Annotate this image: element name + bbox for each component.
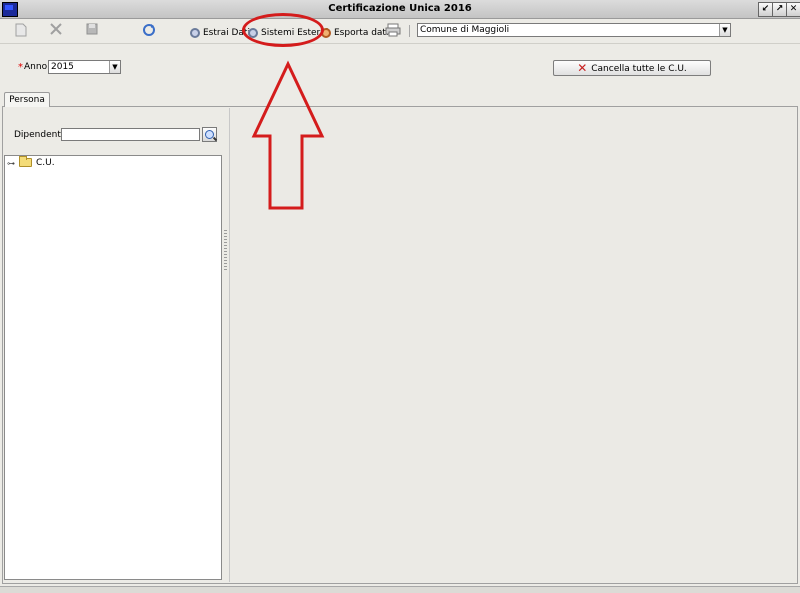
ente-select[interactable]: Comune di Maggioli ▼ xyxy=(417,23,731,37)
cancel-all-cu-button[interactable]: ✕ Cancella tutte le C.U. xyxy=(553,60,711,76)
window-title: Certificazione Unica 2016 xyxy=(328,3,472,14)
annotation-circle xyxy=(242,13,324,47)
gears-icon xyxy=(190,28,200,38)
ente-select-value: Comune di Maggioli xyxy=(420,25,510,35)
splitter-handle[interactable] xyxy=(224,230,227,270)
toolbar-separator xyxy=(409,25,410,37)
minimize-button[interactable]: ↙ xyxy=(758,2,773,17)
tree-expand-icon[interactable]: ⊶ xyxy=(7,160,16,168)
search-button[interactable] xyxy=(202,127,217,142)
required-marker: * xyxy=(18,62,23,73)
save-icon[interactable] xyxy=(84,23,100,39)
anno-select-value: 2015 xyxy=(51,62,74,72)
maximize-button[interactable]: ↗ xyxy=(772,2,787,17)
cancel-all-cu-label: Cancella tutte le C.U. xyxy=(591,64,687,74)
anno-label: Anno xyxy=(24,62,48,72)
folder-icon xyxy=(19,156,32,167)
annotation-arrow xyxy=(251,60,325,210)
new-document-icon[interactable] xyxy=(13,23,29,39)
dipendente-label: Dipendente xyxy=(14,130,67,140)
cu-tree[interactable] xyxy=(4,155,222,580)
printer-icon[interactable] xyxy=(385,23,401,39)
chevron-down-icon[interactable]: ▼ xyxy=(719,24,730,36)
tree-root-item[interactable]: C.U. xyxy=(36,158,55,168)
delete-icon[interactable] xyxy=(48,23,64,39)
esporta-dati-label: Esporta dati xyxy=(334,28,389,38)
close-button[interactable]: ✕ xyxy=(786,2,800,17)
anno-select[interactable]: 2015 ▼ xyxy=(48,60,121,74)
chevron-down-icon[interactable]: ▼ xyxy=(109,61,120,73)
esporta-dati-button[interactable]: Esporta dati xyxy=(321,25,388,41)
refresh-icon[interactable] xyxy=(141,23,157,39)
cancel-x-icon: ✕ xyxy=(577,61,588,75)
estrai-dati-button[interactable]: Estrai Dati xyxy=(190,25,250,41)
tab-persona[interactable]: Persona xyxy=(4,92,50,107)
dipendente-search-input[interactable] xyxy=(61,128,200,141)
search-icon xyxy=(205,130,214,139)
